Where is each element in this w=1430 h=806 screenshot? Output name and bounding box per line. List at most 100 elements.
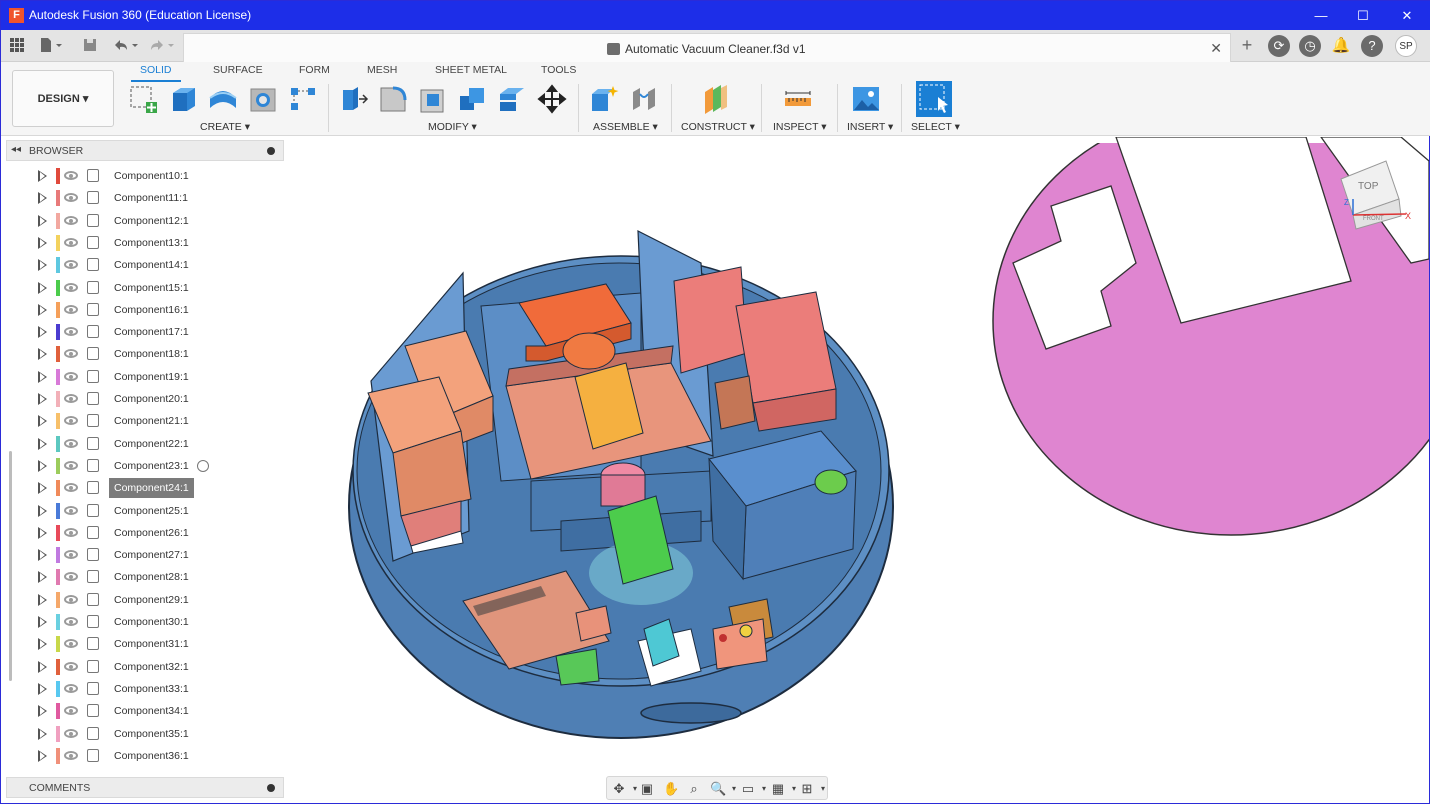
insert-image-icon[interactable] (851, 84, 881, 114)
shell-icon[interactable] (418, 84, 448, 114)
expand-triangle-icon[interactable] (38, 616, 47, 628)
browser-row[interactable]: Component29:1 (31, 590, 281, 610)
visibility-eye-icon[interactable] (64, 483, 78, 493)
browser-row[interactable]: Component14:1 (31, 255, 281, 275)
browser-options-icon[interactable] (267, 147, 275, 155)
visibility-eye-icon[interactable] (64, 750, 78, 760)
browser-row[interactable]: Component19:1 (31, 367, 281, 387)
expand-triangle-icon[interactable] (38, 682, 47, 695)
browser-row[interactable]: Component27:1 (31, 545, 281, 565)
help-icon[interactable]: ? (1361, 35, 1383, 57)
expand-triangle-icon[interactable] (38, 192, 47, 205)
visibility-eye-icon[interactable] (64, 661, 78, 671)
component-name[interactable]: Component24:1 (109, 478, 194, 499)
undo-icon[interactable] (111, 37, 138, 55)
fillet-icon[interactable] (378, 84, 408, 114)
close-tab-icon[interactable]: ✕ (1210, 40, 1222, 57)
maximize-button[interactable]: ☐ (1341, 1, 1385, 30)
zoom-icon[interactable]: ⌕ (686, 781, 702, 797)
fit-icon[interactable]: 🔍 (710, 781, 726, 797)
hole-icon[interactable] (248, 84, 278, 114)
component-name[interactable]: Component34:1 (109, 701, 194, 721)
expand-triangle-icon[interactable] (38, 549, 47, 562)
browser-header[interactable]: ◂◂ BROWSER (6, 140, 284, 161)
user-avatar[interactable]: SP (1395, 35, 1417, 57)
component-name[interactable]: Component20:1 (109, 389, 194, 409)
select-icon[interactable] (916, 81, 952, 117)
browser-row[interactable]: Component22:1 (31, 434, 281, 454)
browser-row[interactable]: Component36:1 (31, 746, 281, 766)
expand-triangle-icon[interactable] (38, 393, 47, 405)
revolve-icon[interactable] (208, 84, 238, 114)
expand-triangle-icon[interactable] (38, 526, 47, 539)
joint-icon[interactable] (629, 84, 659, 114)
workspace-switcher[interactable]: DESIGN ▾ (12, 70, 114, 127)
component-name[interactable]: Component31:1 (109, 634, 194, 654)
component-name[interactable]: Component19:1 (109, 367, 194, 387)
expand-triangle-icon[interactable] (38, 303, 47, 316)
pattern-icon[interactable] (288, 84, 318, 114)
display-settings-icon[interactable]: ▭ (740, 781, 756, 797)
construct-menu[interactable]: CONSTRUCT ▾ (681, 121, 755, 133)
expand-triangle-icon[interactable] (38, 638, 47, 651)
browser-row[interactable]: Component20:1 (31, 389, 281, 409)
expand-triangle-icon[interactable] (38, 236, 47, 249)
combine-icon[interactable] (457, 84, 487, 114)
browser-row[interactable]: Component18:1 (31, 344, 281, 364)
browser-row[interactable]: Component11:1 (31, 188, 281, 208)
new-component-icon[interactable] (589, 84, 619, 114)
browser-row[interactable]: Component30:1 (31, 612, 281, 632)
expand-triangle-icon[interactable] (38, 281, 47, 294)
visibility-eye-icon[interactable] (64, 639, 78, 649)
visibility-eye-icon[interactable] (64, 728, 78, 738)
browser-row[interactable]: Component24:1 (31, 478, 281, 499)
visibility-eye-icon[interactable] (64, 617, 78, 626)
comments-panel[interactable]: COMMENTS (6, 777, 284, 798)
move-icon[interactable] (537, 84, 567, 114)
browser-scrollbar[interactable] (9, 451, 12, 681)
browser-row[interactable]: Component17:1 (31, 322, 281, 342)
visibility-eye-icon[interactable] (64, 683, 78, 693)
component-name[interactable]: Component15:1 (109, 278, 194, 298)
assemble-menu[interactable]: ASSEMBLE ▾ (593, 121, 658, 133)
component-name[interactable]: Component28:1 (109, 567, 194, 587)
visibility-eye-icon[interactable] (64, 438, 78, 448)
visibility-eye-icon[interactable] (64, 371, 78, 381)
pan-icon[interactable]: ✋ (663, 781, 679, 797)
canvas-viewport[interactable]: TOP FRONT X Z (286, 106, 1430, 803)
grid-settings-icon[interactable]: ▦ (770, 781, 786, 797)
expand-triangle-icon[interactable] (38, 593, 47, 606)
select-menu[interactable]: SELECT ▾ (911, 121, 960, 133)
browser-row[interactable]: Component12:1 (31, 211, 281, 231)
visibility-eye-icon[interactable] (64, 416, 78, 426)
look-at-icon[interactable]: ▣ (639, 781, 655, 797)
visibility-eye-icon[interactable] (64, 171, 78, 180)
visibility-eye-icon[interactable] (64, 706, 78, 716)
expand-triangle-icon[interactable] (38, 482, 47, 495)
document-tab[interactable]: Automatic Vacuum Cleaner.f3d v1 ✕ (183, 33, 1231, 62)
collapse-browser-icon[interactable]: ◂◂ (11, 144, 21, 155)
browser-row[interactable]: Component28:1 (31, 567, 281, 587)
component-name[interactable]: Component21:1 (109, 411, 194, 431)
close-window-button[interactable]: ✕ (1385, 1, 1429, 30)
component-name[interactable]: Component25:1 (109, 501, 194, 521)
component-name[interactable]: Component32:1 (109, 657, 194, 677)
activate-component-radio[interactable] (197, 459, 209, 472)
browser-row[interactable]: Component21:1 (31, 411, 281, 431)
expand-triangle-icon[interactable] (38, 705, 47, 718)
expand-triangle-icon[interactable] (38, 504, 47, 517)
offset-face-icon[interactable] (497, 84, 527, 114)
component-name[interactable]: Component16:1 (109, 300, 194, 320)
save-icon[interactable] (81, 37, 99, 55)
data-panel-grid-icon[interactable] (8, 37, 26, 55)
visibility-eye-icon[interactable] (64, 594, 78, 604)
viewports-icon[interactable]: ⊞ (799, 781, 815, 797)
component-name[interactable]: Component22:1 (109, 434, 194, 454)
browser-row[interactable]: Component33:1 (31, 679, 281, 699)
offset-plane-icon[interactable] (701, 84, 731, 114)
new-tab-button[interactable]: + (1238, 36, 1256, 54)
visibility-eye-icon[interactable] (64, 460, 78, 470)
tab-mesh[interactable]: MESH (367, 64, 397, 76)
inspect-menu[interactable]: INSPECT ▾ (773, 121, 827, 133)
component-name[interactable]: Component33:1 (109, 679, 194, 699)
